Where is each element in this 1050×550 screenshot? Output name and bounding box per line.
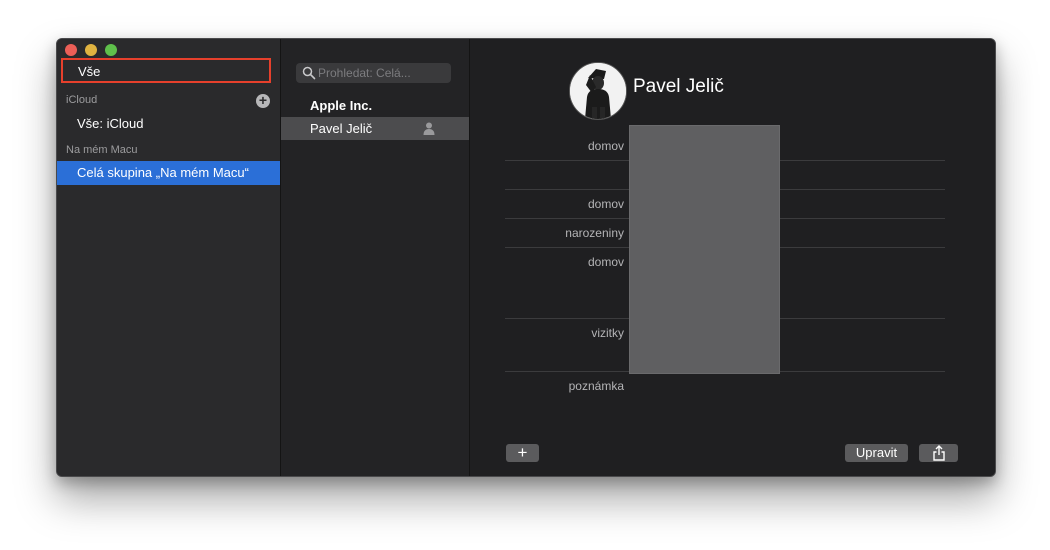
contacts-window: Vše iCloud + Vše: iCloud Na mém Macu Cel… — [56, 38, 996, 477]
label-birthday: narozeniny — [565, 226, 624, 240]
label-home-phone: domov — [587, 139, 624, 153]
search-input[interactable] — [318, 64, 446, 82]
label-note: poznámka — [568, 379, 624, 393]
list-item[interactable]: Apple Inc. — [281, 94, 469, 117]
label-home-email: domov — [587, 197, 624, 211]
minimize-window-button[interactable] — [85, 44, 97, 56]
share-button[interactable] — [919, 444, 958, 462]
avatar — [569, 62, 627, 120]
list-item[interactable]: Pavel Jelič — [281, 117, 469, 140]
sidebar: Vše iCloud + Vše: iCloud Na mém Macu Cel… — [57, 39, 281, 476]
add-field-button[interactable]: + — [506, 444, 539, 462]
contact-detail: Pavel Jelič domov domov narozeniny domov… — [470, 39, 995, 476]
sidebar-section-on-my-mac: Na mém Macu — [66, 144, 138, 156]
sidebar-item-mac-group-label: Celá skupina „Na mém Macu“ — [77, 165, 249, 180]
plus-circle-icon[interactable]: + — [256, 93, 270, 108]
sidebar-item-all[interactable]: Vše — [61, 58, 271, 83]
sidebar-section-icloud: iCloud — [66, 94, 98, 106]
sidebar-item-all-label: Vše — [78, 64, 101, 79]
edit-button[interactable]: Upravit — [845, 444, 908, 462]
sidebar-item-icloud-all[interactable]: Vše: iCloud — [77, 116, 143, 131]
contact-list: Apple Inc. Pavel Jelič — [281, 39, 470, 476]
close-window-button[interactable] — [65, 44, 77, 56]
zoom-window-button[interactable] — [105, 44, 117, 56]
contact-name-apple: Apple Inc. — [310, 98, 373, 113]
search-field[interactable] — [296, 63, 451, 83]
label-home-address: domov — [587, 255, 624, 269]
sidebar-item-mac-group[interactable]: Celá skupina „Na mém Macu“ — [57, 161, 280, 185]
search-icon — [302, 66, 316, 80]
share-icon — [932, 445, 945, 461]
person-icon — [423, 122, 435, 135]
contact-name-pavel: Pavel Jelič — [310, 121, 373, 136]
avatar-photo — [570, 63, 626, 119]
label-vcards: vizitky — [591, 326, 624, 340]
contact-name-heading: Pavel Jelič — [633, 76, 724, 97]
redacted-block — [629, 125, 780, 374]
